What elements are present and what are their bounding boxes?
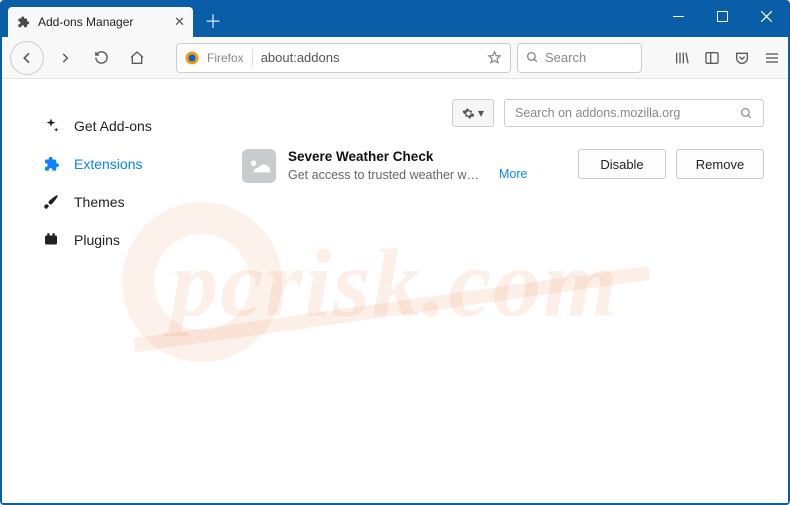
- extension-description: Get access to trusted weather w…: [288, 168, 483, 182]
- address-bar[interactable]: Firefox about:addons: [176, 43, 511, 73]
- gear-icon: [462, 107, 475, 120]
- chevron-down-icon: ▾: [478, 106, 484, 120]
- forward-button[interactable]: [50, 43, 80, 73]
- sidebar-item-label: Extensions: [74, 156, 142, 172]
- pocket-icon[interactable]: [734, 50, 750, 66]
- extension-icon: [242, 149, 276, 183]
- sparkle-icon: [42, 117, 60, 135]
- browser-tab-addons[interactable]: Add-ons Manager ✕: [8, 7, 193, 37]
- sidebar-item-get-addons[interactable]: Get Add-ons: [2, 107, 242, 145]
- search-icon: [740, 107, 753, 120]
- window-close-button[interactable]: [744, 2, 788, 30]
- window-maximize-button[interactable]: [700, 2, 744, 30]
- navbar-search-placeholder: Search: [545, 50, 586, 65]
- reload-button[interactable]: [86, 43, 116, 73]
- sidebar-item-plugins[interactable]: Plugins: [2, 221, 242, 259]
- close-tab-icon[interactable]: ✕: [174, 14, 185, 30]
- addons-sidebar: Get Add-ons Extensions Themes Plugins: [2, 79, 242, 503]
- plugin-icon: [42, 231, 60, 249]
- sidebar-item-label: Plugins: [74, 232, 120, 248]
- remove-button[interactable]: Remove: [676, 149, 764, 179]
- new-tab-button[interactable]: ＋: [199, 7, 227, 35]
- firefox-logo-icon: [185, 51, 199, 65]
- identity-label: Firefox: [207, 51, 244, 65]
- sidebar-item-label: Get Add-ons: [74, 118, 152, 134]
- more-link[interactable]: More: [499, 167, 527, 181]
- sidebar-item-themes[interactable]: Themes: [2, 183, 242, 221]
- sidebar-item-extensions[interactable]: Extensions: [2, 145, 242, 183]
- library-icon[interactable]: [674, 50, 690, 66]
- puzzle-icon: [16, 15, 30, 29]
- separator: [252, 49, 253, 67]
- navbar-search-box[interactable]: Search: [517, 43, 642, 73]
- addons-main-panel: ▾ Search on addons.mozilla.org Severe We…: [242, 79, 788, 503]
- bookmark-star-icon[interactable]: [487, 50, 502, 65]
- puzzle-icon: [42, 155, 60, 173]
- url-text: about:addons: [261, 50, 479, 65]
- tab-title: Add-ons Manager: [38, 15, 133, 29]
- tools-menu-button[interactable]: ▾: [452, 99, 494, 127]
- window-titlebar: Add-ons Manager ✕ ＋: [2, 2, 788, 37]
- search-icon: [526, 51, 539, 64]
- sidebar-item-label: Themes: [74, 194, 125, 210]
- disable-button[interactable]: Disable: [578, 149, 666, 179]
- extension-name: Severe Weather Check: [288, 149, 483, 164]
- back-button[interactable]: [10, 41, 44, 75]
- home-button[interactable]: [122, 43, 152, 73]
- hamburger-menu-icon[interactable]: [764, 50, 780, 66]
- extension-row[interactable]: Severe Weather Check Get access to trust…: [242, 149, 764, 183]
- window-minimize-button[interactable]: [656, 2, 700, 30]
- addons-search-input[interactable]: Search on addons.mozilla.org: [504, 99, 764, 127]
- addons-search-placeholder: Search on addons.mozilla.org: [515, 106, 680, 120]
- addons-manager-content: Get Add-ons Extensions Themes Plugins ▾ …: [2, 79, 788, 503]
- browser-navbar: Firefox about:addons Search: [2, 37, 788, 79]
- brush-icon: [42, 193, 60, 211]
- sidebar-toggle-icon[interactable]: [704, 50, 720, 66]
